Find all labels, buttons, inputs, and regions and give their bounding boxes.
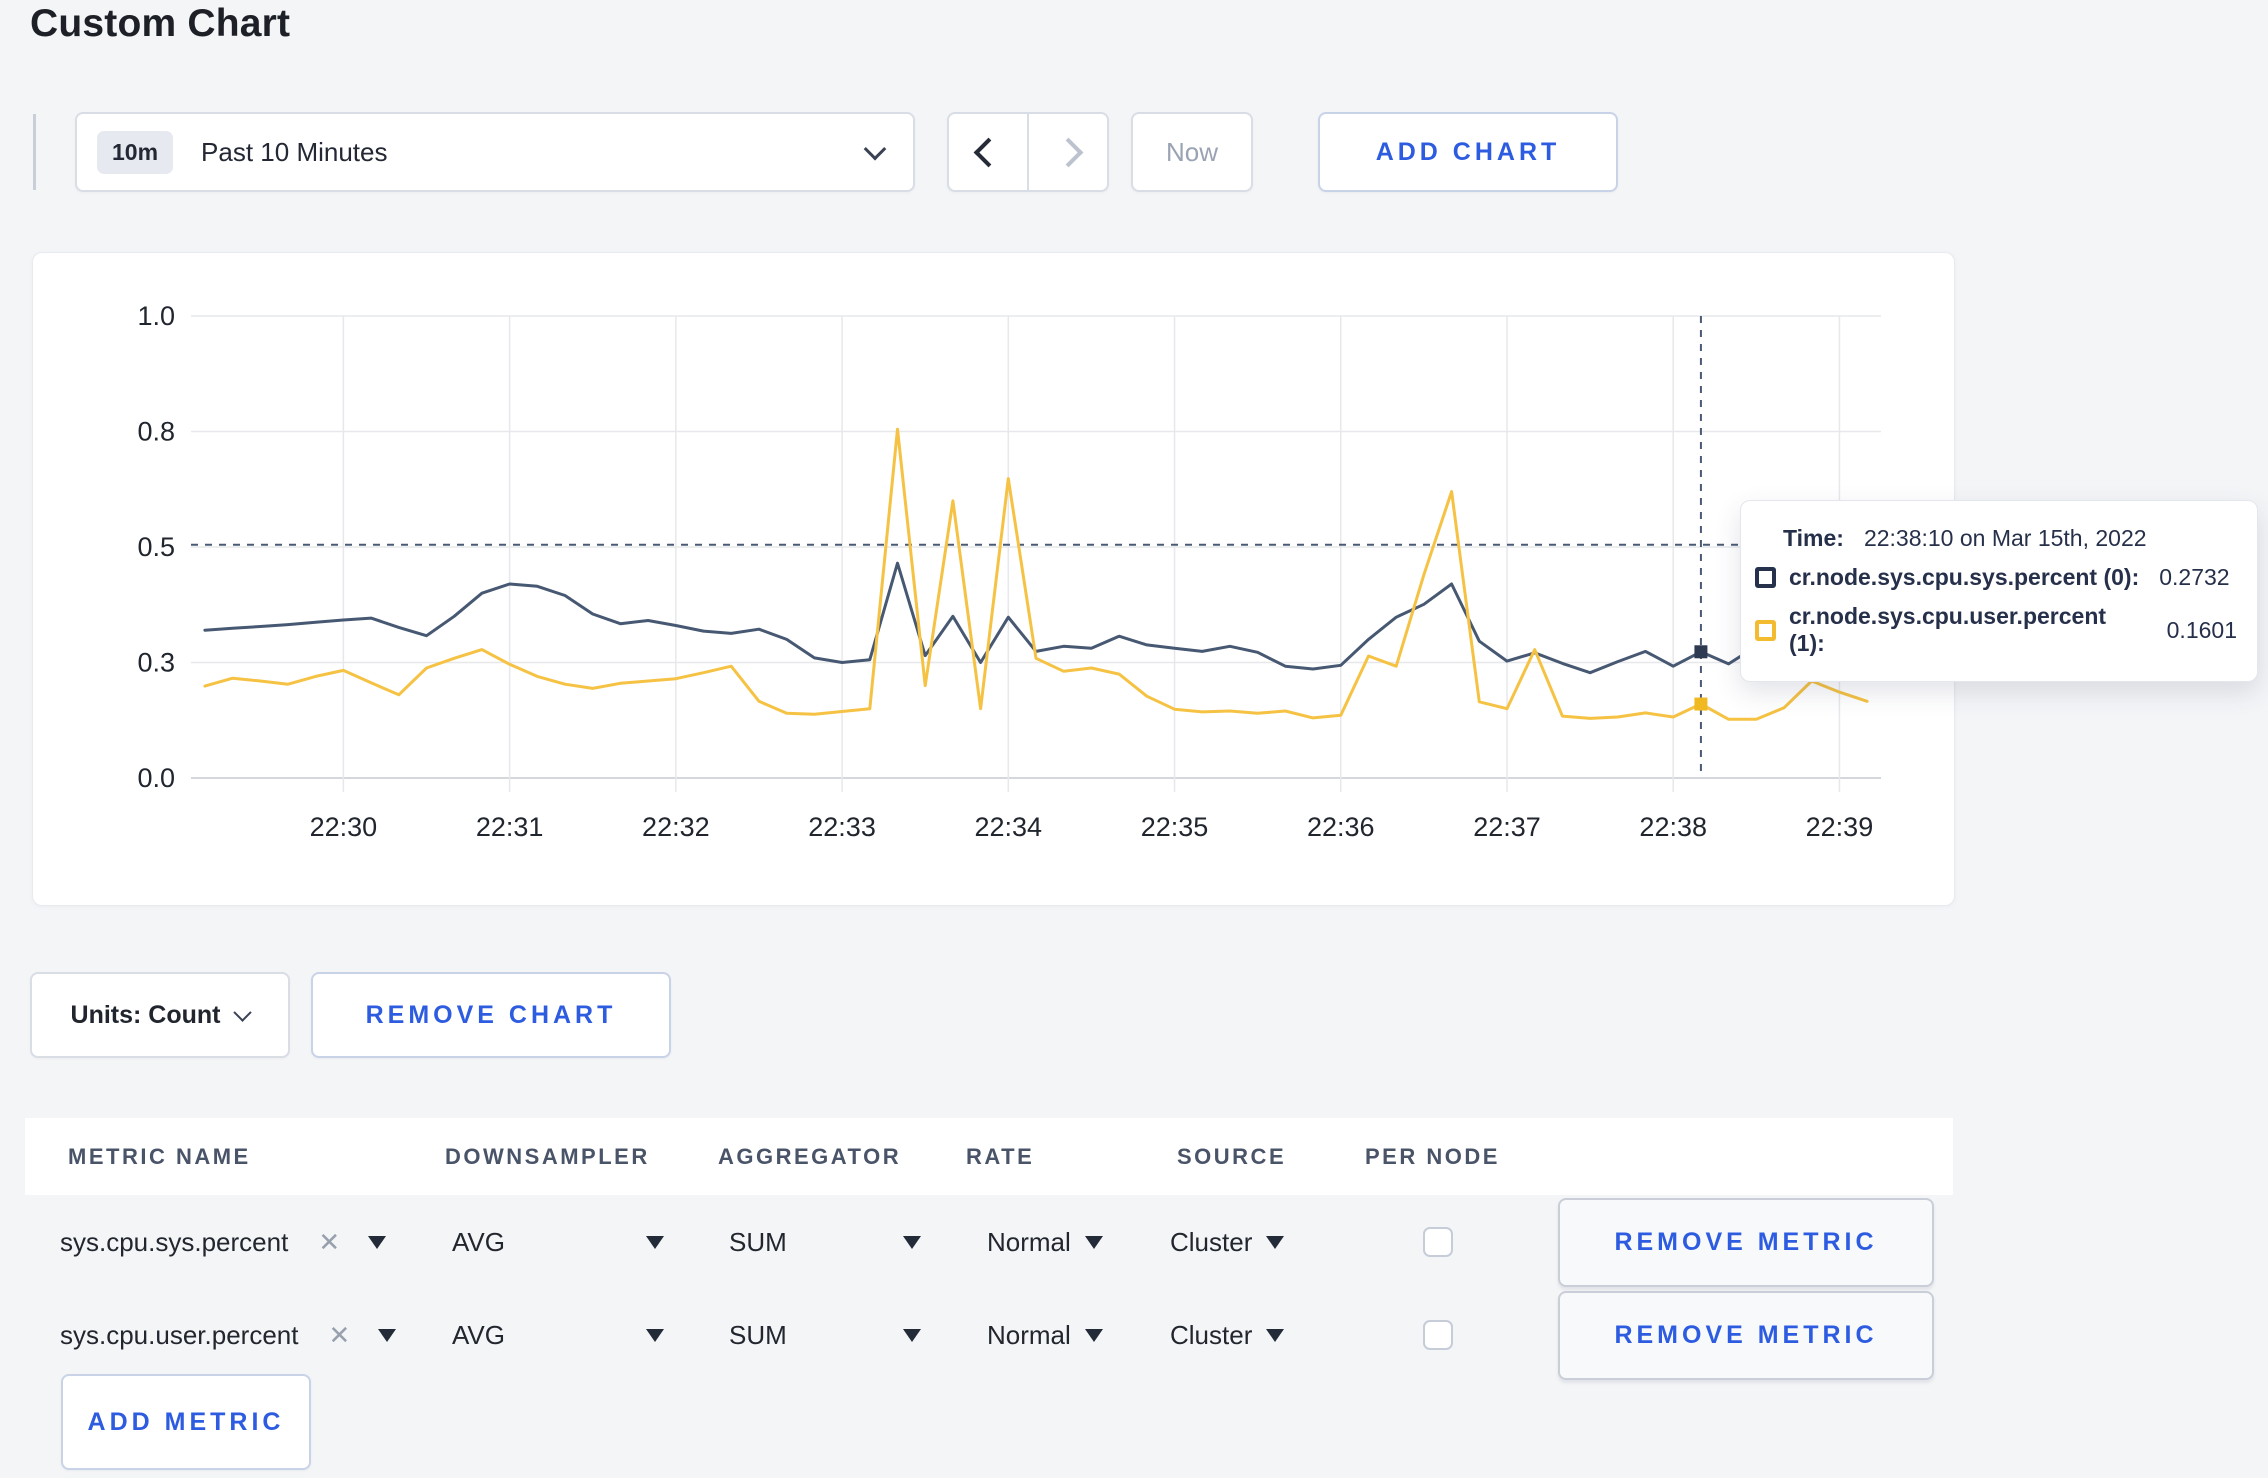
column-header-metric-name: METRIC NAME <box>68 1143 251 1169</box>
svg-text:22:39: 22:39 <box>1806 812 1874 842</box>
svg-text:22:37: 22:37 <box>1473 812 1541 842</box>
aggregator-value: SUM <box>729 1319 787 1350</box>
toolbar-divider <box>33 114 36 190</box>
remove-metric-cell: REMOVE METRIC <box>1558 1290 1934 1380</box>
chevron-right-icon <box>1053 137 1083 167</box>
add-metric-button[interactable]: ADD METRIC <box>61 1374 311 1470</box>
next-range-button[interactable] <box>1027 114 1107 190</box>
rate-select[interactable]: Normal <box>987 1197 1103 1287</box>
units-select[interactable]: Units: Count <box>30 972 290 1058</box>
source-select[interactable]: Cluster <box>1170 1197 1285 1287</box>
svg-text:22:31: 22:31 <box>476 812 544 842</box>
dropdown-caret-icon <box>1266 1235 1285 1249</box>
aggregator-select[interactable]: SUM <box>729 1197 921 1287</box>
dropdown-caret-icon <box>646 1235 664 1249</box>
per-node-checkbox[interactable] <box>1423 1320 1453 1350</box>
clear-metric-icon[interactable]: ✕ <box>328 1320 350 1351</box>
custom-chart-page: Custom Chart 10m Past 10 Minutes Now ADD… <box>0 0 2268 1478</box>
svg-text:0.3: 0.3 <box>137 648 175 678</box>
remove-metric-cell: REMOVE METRIC <box>1558 1197 1934 1287</box>
dropdown-caret-icon <box>903 1328 921 1342</box>
rate-value: Normal <box>987 1319 1071 1350</box>
column-header-per-node: PER NODE <box>1365 1143 1500 1169</box>
dropdown-caret-icon <box>1084 1328 1103 1342</box>
tooltip-series-row: cr.node.sys.cpu.user.percent (1): 0.1601 <box>1755 603 2237 657</box>
aggregator-value: SUM <box>729 1226 787 1257</box>
chevron-down-icon <box>863 137 887 161</box>
remove-chart-button[interactable]: REMOVE CHART <box>311 972 671 1058</box>
tooltip-series-label: cr.node.sys.cpu.sys.percent (0): <box>1789 564 2140 590</box>
dropdown-caret-icon <box>646 1328 664 1342</box>
column-header-rate: RATE <box>966 1143 1035 1169</box>
time-range-label: Past 10 Minutes <box>201 136 388 167</box>
prev-range-button[interactable] <box>949 114 1027 190</box>
downsampler-select[interactable]: AVG <box>452 1290 664 1380</box>
now-button[interactable]: Now <box>1131 112 1253 192</box>
svg-text:22:35: 22:35 <box>1141 812 1209 842</box>
svg-text:22:34: 22:34 <box>975 812 1043 842</box>
chart-plot[interactable]: 0.0 0.3 0.5 0.8 1.0 22:30 22:31 22:32 22:33 22:34… <box>33 253 1954 905</box>
dropdown-caret-icon <box>1266 1328 1285 1342</box>
chart-tooltip: Time: 22:38:10 on Mar 15th, 2022 cr.node… <box>1740 500 2258 682</box>
tooltip-time-row: Time: 22:38:10 on Mar 15th, 2022 <box>1783 525 2237 552</box>
chart-card: 0.0 0.3 0.5 0.8 1.0 22:30 22:31 22:32 22:33 22:34… <box>32 252 1955 906</box>
tooltip-series-value: 0.2732 <box>2159 564 2230 590</box>
column-header-downsampler: DOWNSAMPLER <box>445 1143 650 1169</box>
dropdown-caret-icon <box>903 1235 921 1249</box>
svg-text:0.5: 0.5 <box>137 532 175 562</box>
tooltip-series-row: cr.node.sys.cpu.sys.percent (0): 0.2732 <box>1755 564 2237 591</box>
aggregator-select[interactable]: SUM <box>729 1290 921 1380</box>
metric-name-value: sys.cpu.user.percent <box>60 1319 299 1350</box>
svg-text:22:32: 22:32 <box>642 812 710 842</box>
chevron-left-icon <box>973 137 1003 167</box>
downsampler-select[interactable]: AVG <box>452 1197 664 1287</box>
svg-text:22:30: 22:30 <box>310 812 378 842</box>
time-range-badge: 10m <box>97 130 174 174</box>
metric-name-value: sys.cpu.sys.percent <box>60 1226 289 1257</box>
metric-table-row: sys.cpu.user.percent ✕ AVG SUM Normal Cl… <box>25 1290 1953 1380</box>
remove-metric-button[interactable]: REMOVE METRIC <box>1558 1197 1934 1287</box>
tooltip-series-label: cr.node.sys.cpu.user.percent (1): <box>1789 603 2107 656</box>
dropdown-caret-icon <box>368 1235 387 1249</box>
remove-metric-button[interactable]: REMOVE METRIC <box>1558 1290 1934 1380</box>
source-value: Cluster <box>1170 1226 1253 1257</box>
column-header-aggregator: AGGREGATOR <box>718 1143 902 1169</box>
column-header-source: SOURCE <box>1177 1143 1287 1169</box>
svg-text:0.0: 0.0 <box>137 763 175 793</box>
svg-text:0.8: 0.8 <box>137 417 175 447</box>
svg-text:22:36: 22:36 <box>1307 812 1375 842</box>
svg-text:22:38: 22:38 <box>1639 812 1707 842</box>
chevron-down-icon <box>233 1002 253 1022</box>
metrics-table-header: METRIC NAME DOWNSAMPLER AGGREGATOR RATE … <box>25 1118 1953 1195</box>
rate-value: Normal <box>987 1226 1071 1257</box>
rate-select[interactable]: Normal <box>987 1290 1103 1380</box>
time-nav-group <box>947 112 1109 192</box>
downsampler-value: AVG <box>452 1319 505 1350</box>
page-title: Custom Chart <box>30 2 291 45</box>
per-node-cell <box>1423 1197 1453 1287</box>
metric-name-select[interactable]: sys.cpu.sys.percent ✕ <box>60 1197 387 1287</box>
per-node-cell <box>1423 1290 1453 1380</box>
time-range-select[interactable]: 10m Past 10 Minutes <box>75 112 915 192</box>
dropdown-caret-icon <box>378 1328 397 1342</box>
tooltip-time-label: Time: <box>1783 525 1844 551</box>
sys-series-swatch-icon <box>1755 567 1776 588</box>
source-select[interactable]: Cluster <box>1170 1290 1285 1380</box>
downsampler-value: AVG <box>452 1226 505 1257</box>
units-label: Units: Count <box>70 1000 221 1029</box>
source-value: Cluster <box>1170 1319 1253 1350</box>
metric-table-row: sys.cpu.sys.percent ✕ AVG SUM Normal Clu… <box>25 1197 1953 1287</box>
metric-name-select[interactable]: sys.cpu.user.percent ✕ <box>60 1290 397 1380</box>
per-node-checkbox[interactable] <box>1423 1227 1453 1257</box>
svg-text:1.0: 1.0 <box>137 301 175 331</box>
tooltip-time-value: 22:38:10 on Mar 15th, 2022 <box>1863 525 2147 551</box>
dropdown-caret-icon <box>1084 1235 1103 1249</box>
add-chart-button[interactable]: ADD CHART <box>1318 112 1618 192</box>
clear-metric-icon[interactable]: ✕ <box>318 1227 340 1258</box>
user-series-swatch-icon <box>1755 619 1776 641</box>
tooltip-series-value: 0.1601 <box>2166 616 2237 643</box>
svg-text:22:33: 22:33 <box>808 812 876 842</box>
